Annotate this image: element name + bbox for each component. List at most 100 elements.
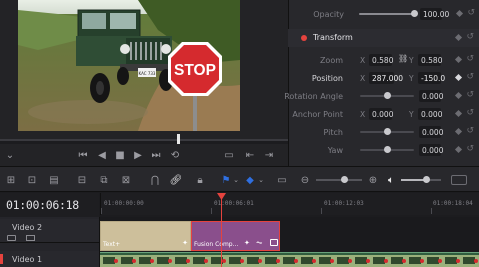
step-back-icon[interactable]: ◀ <box>95 148 109 162</box>
keyframe-diamond-icon[interactable] <box>454 127 463 136</box>
track-header-video-1[interactable]: Video 1 <box>0 251 99 267</box>
rotation-field[interactable]: 0.000 <box>419 90 443 102</box>
stop-icon[interactable]: ■ <box>113 148 127 162</box>
keyframe-diamond-icon[interactable] <box>454 109 463 118</box>
zoom-x-field[interactable]: 0.580 <box>369 54 393 66</box>
timeline-clip-text[interactable]: Text+ ✦ <box>100 221 191 251</box>
chevron-down-icon[interactable]: ⌄ <box>253 172 269 188</box>
keyframe-diamond-icon[interactable] <box>455 9 464 18</box>
keyframe-diamond-icon[interactable] <box>454 145 463 154</box>
reset-icon[interactable]: ↺ <box>467 8 475 18</box>
transform-enable-toggle[interactable] <box>301 35 307 41</box>
reset-icon[interactable]: ↺ <box>466 54 474 64</box>
skip-to-start-icon[interactable]: ⏮ <box>76 148 90 162</box>
ruler-tick <box>101 208 102 214</box>
match-frame-icon[interactable]: ▭ <box>222 148 236 162</box>
next-clip-icon[interactable]: ⇥ <box>262 148 276 162</box>
track-headers: Video 2 Video 1 <box>0 217 100 267</box>
anchor-x-axis-label: X <box>360 110 366 119</box>
speaker-icon[interactable]: 🔈︎ <box>383 172 399 188</box>
track-header-video-2[interactable]: Video 2 <box>0 219 99 243</box>
timeline-ruler[interactable]: 01:00:00:00 01:00:06:01 01:00:12:03 01:0… <box>100 193 479 215</box>
timeline-timecode[interactable]: 01:00:06:18 <box>6 198 79 212</box>
ruler-tick <box>431 208 432 214</box>
auto-select-icon[interactable] <box>7 235 16 241</box>
track-name: Video 1 <box>12 255 43 264</box>
snapping-icon[interactable]: ⋂ <box>147 172 163 188</box>
zoom-in-icon[interactable]: ⊕ <box>365 172 381 188</box>
pitch-slider-knob[interactable] <box>384 128 391 135</box>
pitch-field[interactable]: 0.000 <box>419 126 443 138</box>
keyframe-diamond-icon[interactable] <box>454 91 463 100</box>
place-on-top-icon[interactable]: ⧉ <box>96 172 112 188</box>
keyframe-diamond-icon[interactable] <box>454 33 463 42</box>
reset-icon[interactable]: ↺ <box>466 32 474 42</box>
reset-icon[interactable]: ↺ <box>466 108 474 118</box>
position-y-axis-label: Y <box>409 74 414 83</box>
zoom-y-axis-label: Y <box>409 56 414 65</box>
overwrite-clip-icon[interactable]: ⊡ <box>24 172 40 188</box>
reset-icon[interactable]: ↺ <box>466 144 474 154</box>
keyframe-diamond-icon[interactable] <box>454 55 463 64</box>
timeline-toolbar: ⊞ ⊡ ▤ ⊟ ⧉ ⊠ ⋂ 🔗︎ 🔒︎ ⚑ ⌄ ◆ ⌄ ▭ ⊖ ⊕ 🔈︎ <box>0 166 479 192</box>
play-icon[interactable]: ▶ <box>131 148 145 162</box>
reset-icon[interactable]: ↺ <box>466 126 474 136</box>
zoom-preset-icon[interactable]: ▭ <box>274 172 290 188</box>
reset-icon[interactable]: ↺ <box>466 72 474 82</box>
anchor-x-field[interactable]: 0.000 <box>369 108 393 120</box>
timeline-zoom-slider[interactable] <box>316 179 362 181</box>
keyframe-diamond-icon[interactable] <box>454 73 463 82</box>
clip-label: Text+ <box>103 241 121 248</box>
chevron-down-icon[interactable]: ⌄ <box>3 148 17 162</box>
yaw-slider-knob[interactable] <box>384 146 391 153</box>
retime-icon[interactable] <box>270 239 278 246</box>
clip-thumbnails <box>100 255 479 267</box>
timeline-clip-fusion[interactable]: Fusion Comp... ✦ ⏦ <box>191 221 280 251</box>
opacity-label: Opacity <box>313 10 344 19</box>
timeline-clip-video-1[interactable] <box>100 252 479 267</box>
linked-selection-icon[interactable]: 🔗︎ <box>168 172 184 188</box>
rotation-row: Rotation Angle 0.000 ↺ <box>284 87 479 105</box>
fit-to-fill-icon[interactable]: ⊟ <box>74 172 90 188</box>
track-name: Video 2 <box>12 223 43 232</box>
loop-icon[interactable]: ⟲ <box>168 148 182 162</box>
ruler-label: 01:00:06:01 <box>214 200 254 207</box>
audio-meter-icon[interactable] <box>451 175 467 185</box>
ruler-tick <box>211 208 212 214</box>
keyframe-curve-icon[interactable]: ⏦ <box>256 238 263 248</box>
zoom-row: Zoom X 0.580 ⛓ Y 0.580 ↺ <box>288 51 479 69</box>
replace-clip-icon[interactable]: ▤ <box>46 172 62 188</box>
yaw-field[interactable]: 0.000 <box>419 144 443 156</box>
opacity-slider[interactable] <box>359 13 415 15</box>
anchor-y-field[interactable]: 0.000 <box>418 108 442 120</box>
playhead[interactable] <box>221 193 222 267</box>
position-x-field[interactable]: 287.000 <box>369 72 403 84</box>
position-x-axis-label: X <box>360 74 366 83</box>
viewer-scrubber[interactable] <box>0 139 288 141</box>
zoom-label: Zoom <box>319 56 343 65</box>
link-icon[interactable]: ⛓ <box>398 54 408 63</box>
position-y-field[interactable]: -150.0 <box>418 72 445 84</box>
append-icon[interactable]: ⊠ <box>118 172 134 188</box>
track-enable-icon[interactable] <box>26 235 35 241</box>
transform-section-header[interactable]: Transform ↺ <box>288 29 479 47</box>
transform-section-title: Transform <box>313 33 353 42</box>
position-lock-icon[interactable]: 🔒︎ <box>192 172 208 188</box>
reset-icon[interactable]: ↺ <box>466 90 474 100</box>
anchor-row: Anchor Point X 0.000 Y 0.000 ↺ <box>288 105 479 123</box>
prev-clip-icon[interactable]: ⇤ <box>243 148 257 162</box>
viewer-panel: KAC 733 STOP <box>0 0 288 140</box>
skip-to-end-icon[interactable]: ⏭ <box>149 148 163 162</box>
opacity-field[interactable]: 100.00 <box>420 8 449 20</box>
insert-clip-icon[interactable]: ⊞ <box>3 172 19 188</box>
zoom-y-field[interactable]: 0.580 <box>418 54 442 66</box>
scrubber-handle[interactable] <box>177 134 180 144</box>
timeline-zoom-knob[interactable] <box>341 176 348 183</box>
zoom-out-icon[interactable]: ⊖ <box>297 172 313 188</box>
rotation-slider-knob[interactable] <box>384 92 391 99</box>
opacity-slider-knob[interactable] <box>411 10 418 17</box>
anchor-label: Anchor Point <box>292 110 343 119</box>
ruler-tick <box>321 208 322 214</box>
volume-knob[interactable] <box>423 176 430 183</box>
license-plate: KAC 733 <box>139 71 156 76</box>
